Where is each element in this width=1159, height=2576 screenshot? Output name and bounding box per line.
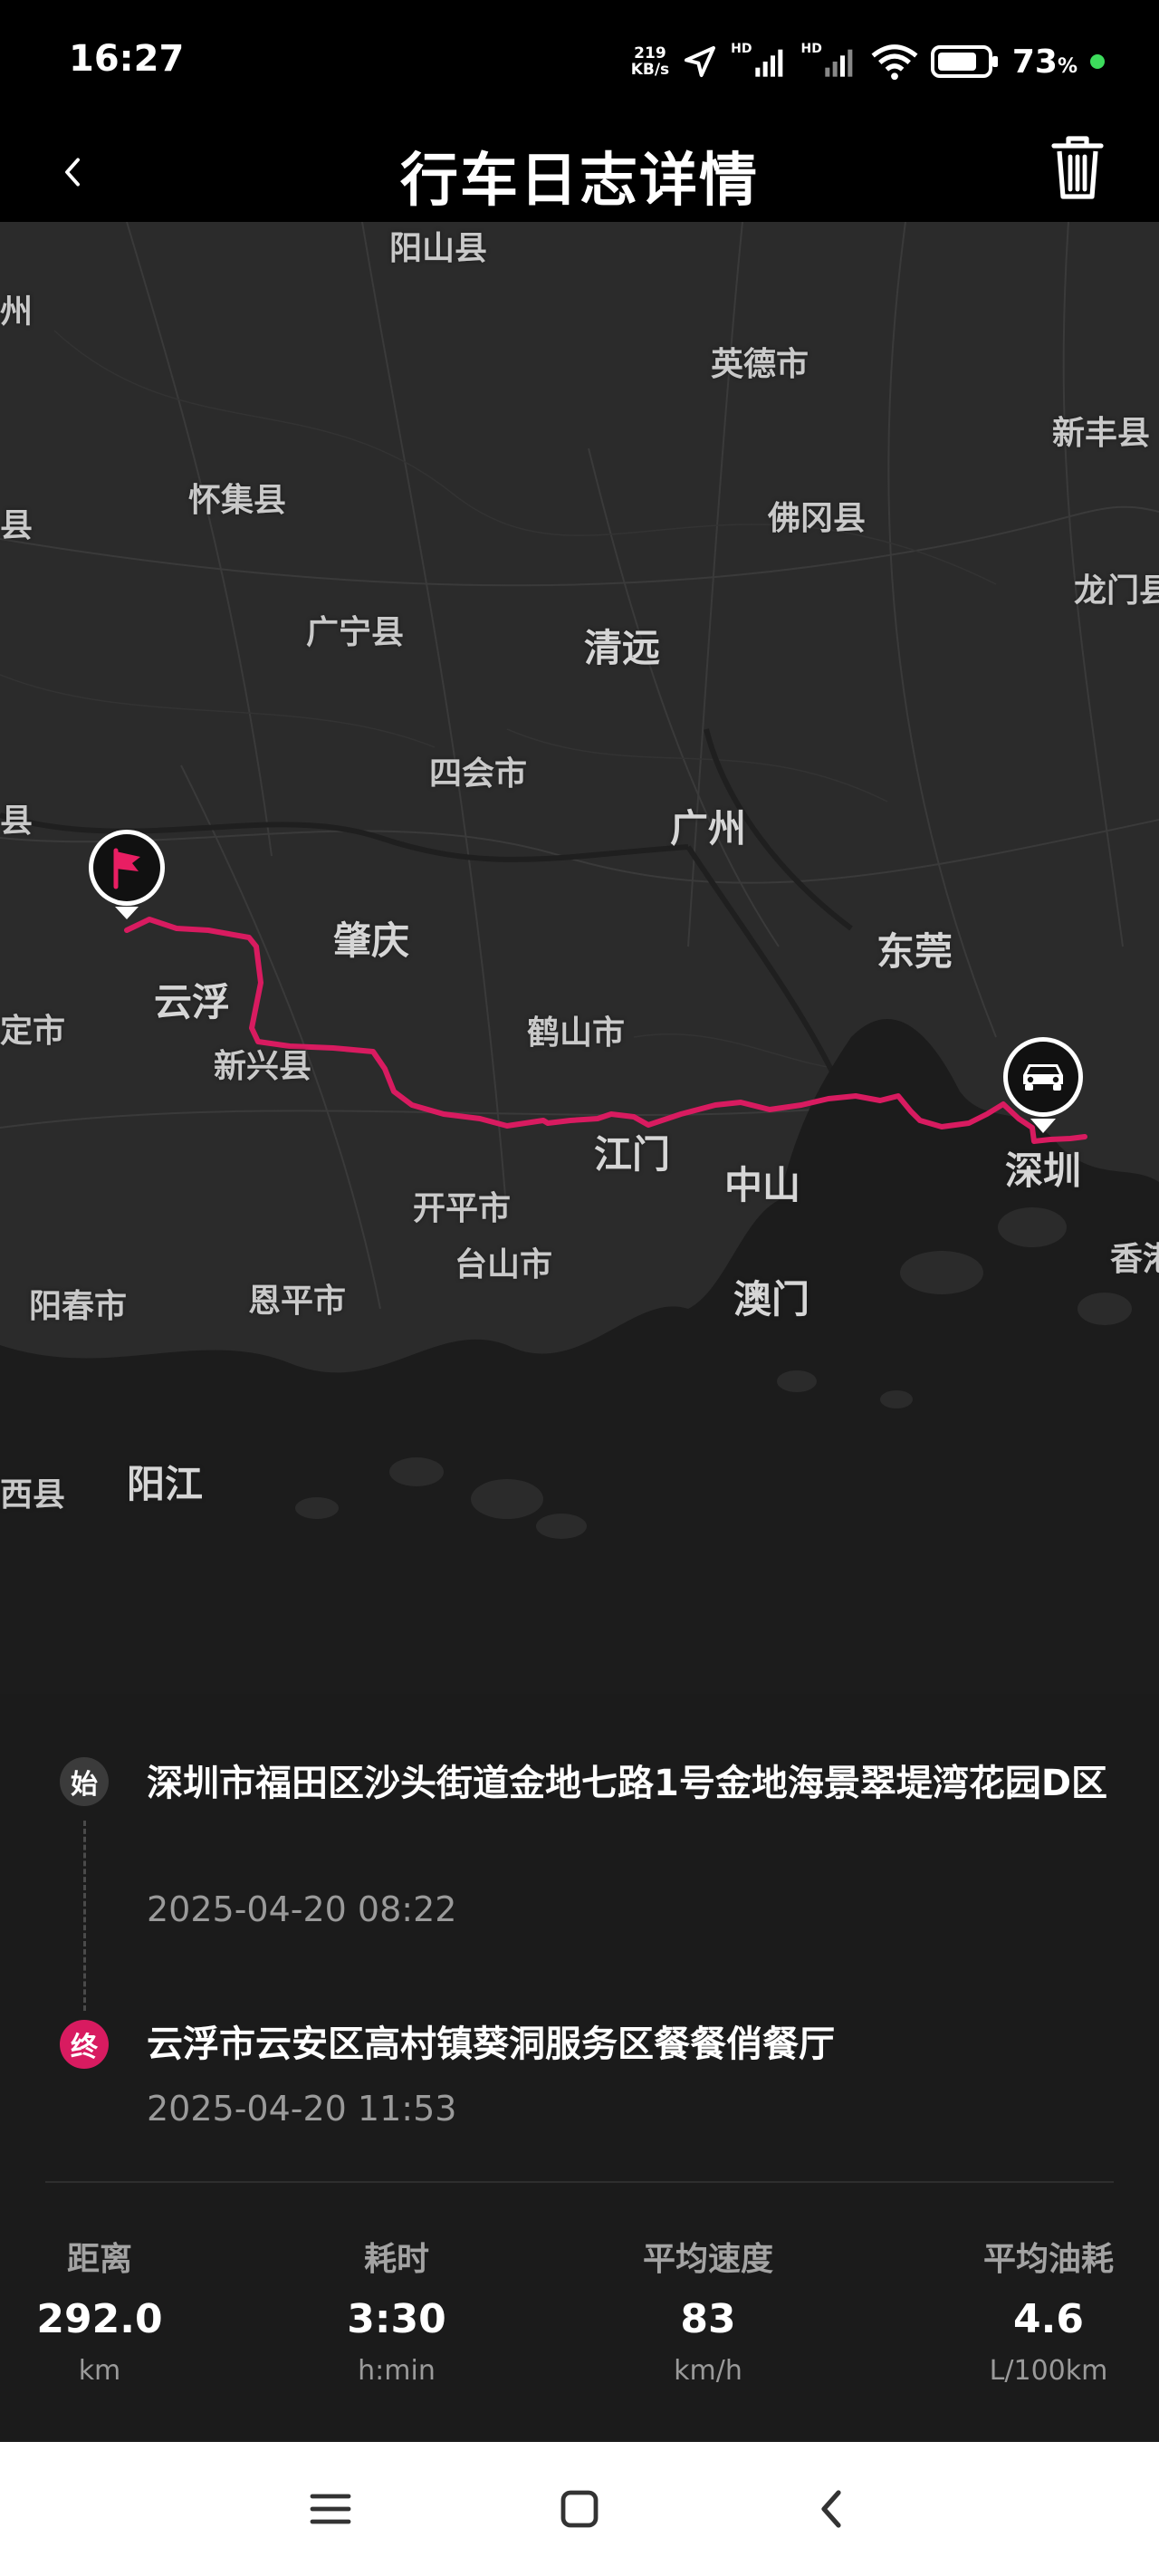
hd-label-1: HD xyxy=(731,42,752,56)
stat-unit: km xyxy=(78,2355,121,2387)
stat-label: 平均速度 xyxy=(642,2241,773,2278)
map-label: 广州 xyxy=(670,806,747,851)
map-label: 龙门县 xyxy=(1074,572,1159,610)
map-label: 香港 xyxy=(1110,1241,1159,1278)
stat-label: 平均油耗 xyxy=(982,2241,1114,2278)
map-label: 阳江 xyxy=(127,1462,204,1506)
back-nav-button[interactable] xyxy=(804,2482,858,2536)
battery-value: 73 xyxy=(1011,43,1058,81)
map-label: 清远 xyxy=(584,626,661,670)
net-speed-value: 219 xyxy=(634,44,666,62)
map-label: 新兴县 xyxy=(214,1048,312,1085)
recent-apps-button[interactable] xyxy=(303,2482,358,2536)
map-label: 江门 xyxy=(594,1132,671,1177)
page-title: 行车日志详情 xyxy=(400,148,759,215)
map-label: 广宁县 xyxy=(306,614,405,651)
map-label: 澳门 xyxy=(733,1277,810,1322)
start-marker[interactable] xyxy=(86,827,168,927)
map-label: 州 xyxy=(0,293,34,331)
home-button[interactable] xyxy=(552,2482,607,2536)
route-connector xyxy=(83,1821,86,2011)
stat-distance: 距离 292.0 km xyxy=(27,2233,172,2387)
flag-icon xyxy=(89,830,165,919)
map-label: 四会市 xyxy=(429,755,528,793)
location-arrow-icon xyxy=(682,43,718,80)
car-icon xyxy=(1003,1037,1083,1133)
menu-icon xyxy=(310,2494,351,2524)
signal-icon-1: HD xyxy=(731,42,788,80)
map-label: 英德市 xyxy=(711,346,809,383)
stat-unit: L/100km xyxy=(989,2355,1108,2387)
network-speed: 219 KB/s xyxy=(631,45,669,78)
map-label: 县 xyxy=(0,507,34,544)
hd-label-2: HD xyxy=(800,42,822,56)
map-label: 肇庆 xyxy=(333,918,410,963)
battery-percent: 73% xyxy=(1012,43,1078,81)
map-label: 东莞 xyxy=(876,929,953,974)
app-header: 行车日志详情 xyxy=(0,127,1159,222)
status-icons: 219 KB/s HD HD 73% xyxy=(631,34,1105,89)
stat-avg-speed: 平均速度 83 km/h xyxy=(608,2233,808,2387)
map-label: 深圳 xyxy=(1005,1149,1082,1193)
map-label: 县 xyxy=(0,803,34,840)
end-address: 云浮市云安区高村镇葵洞服务区餐餐俏餐厅 xyxy=(147,2023,835,2065)
map-label: 西县 xyxy=(0,1476,66,1514)
trip-stats: 距离 292.0 km 耗时 3:30 h:min 平均速度 83 km/h 平… xyxy=(0,2233,1159,2414)
start-pin-badge: 始 xyxy=(60,1757,109,1806)
start-address: 深圳市福田区沙头街道金地七路1号金地海景翠堤湾花园D区 xyxy=(147,1763,1108,1804)
battery-icon xyxy=(930,45,1000,78)
delete-button[interactable] xyxy=(1041,127,1114,208)
net-speed-unit: KB/s xyxy=(630,61,670,79)
stat-value: 4.6 xyxy=(1013,2296,1084,2342)
divider xyxy=(45,2181,1114,2183)
map-label: 中山 xyxy=(724,1163,801,1207)
map-label: 恩平市 xyxy=(248,1283,347,1320)
end-marker[interactable] xyxy=(1000,1035,1087,1142)
map-label: 佛冈县 xyxy=(768,500,867,537)
map-label: 鹤山市 xyxy=(527,1014,626,1052)
end-pin-badge: 终 xyxy=(60,2020,109,2069)
stat-avg-fuel: 平均油耗 4.6 L/100km xyxy=(949,2233,1148,2387)
stat-unit: km/h xyxy=(674,2355,742,2387)
wifi-icon xyxy=(871,42,918,82)
start-time: 2025-04-20 08:22 xyxy=(147,1889,457,1929)
route-map[interactable]: 阳山县 英德市 新丰县 怀集县 佛冈县 龙门县 广宁县 清远 四会市 广州 肇庆… xyxy=(0,222,1159,1694)
map-label: 怀集县 xyxy=(188,482,287,519)
system-nav-bar xyxy=(0,2442,1159,2576)
square-icon xyxy=(560,2490,599,2528)
stat-label: 耗时 xyxy=(363,2241,429,2278)
map-label: 开平市 xyxy=(413,1190,512,1227)
map-label: 定市 xyxy=(0,1013,66,1050)
map-label: 云浮 xyxy=(154,980,231,1024)
stat-value: 3:30 xyxy=(347,2296,446,2342)
stat-unit: h:min xyxy=(358,2355,436,2387)
stat-value: 292.0 xyxy=(36,2296,163,2342)
signal-icon-2: HD xyxy=(800,42,858,80)
chevron-left-icon xyxy=(821,2490,841,2528)
privacy-dot-icon xyxy=(1090,54,1105,69)
map-label: 新丰县 xyxy=(1052,415,1151,452)
map-label: 台山市 xyxy=(455,1246,553,1283)
status-bar: 16:27 219 KB/s HD HD 73% xyxy=(0,0,1159,127)
stat-duration: 耗时 3:30 h:min xyxy=(324,2233,469,2387)
trash-icon xyxy=(1051,136,1104,199)
battery-suffix: % xyxy=(1057,54,1078,78)
end-time: 2025-04-20 11:53 xyxy=(147,2089,457,2129)
status-time: 16:27 xyxy=(69,38,185,80)
stat-value: 83 xyxy=(680,2296,736,2342)
stat-label: 距离 xyxy=(66,2241,132,2278)
map-label: 阳春市 xyxy=(29,1288,128,1325)
map-label: 阳山县 xyxy=(389,230,488,267)
